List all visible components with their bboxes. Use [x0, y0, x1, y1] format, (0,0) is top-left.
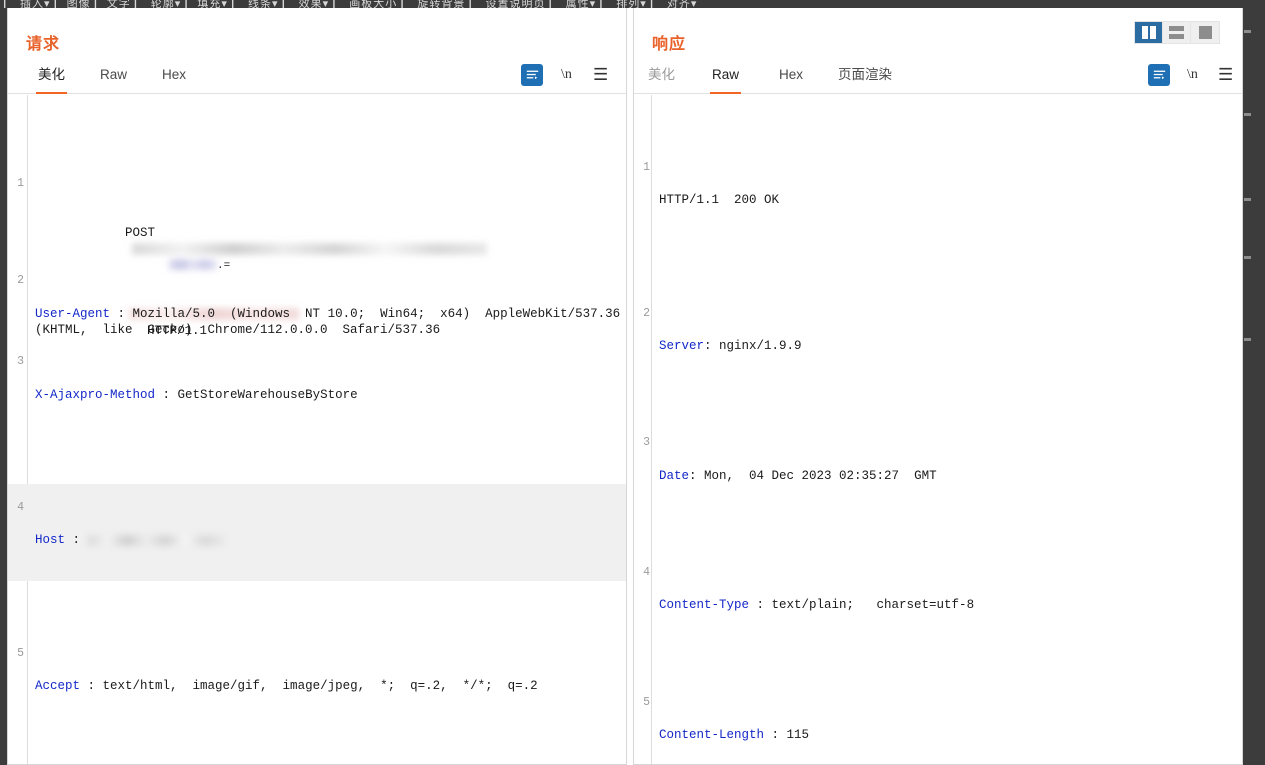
code-line: 2 User-Agent : Mozilla/5.0 (Windows NT 1…	[8, 257, 626, 337]
split-vertical-icon	[1141, 26, 1156, 39]
header-name: Accept	[35, 679, 81, 694]
header-value: GetStoreWarehouseByStore	[177, 387, 358, 402]
line-number: 2	[643, 306, 650, 320]
tab-response-render[interactable]: 页面渲染	[836, 63, 894, 94]
single-pane-button[interactable]	[1191, 22, 1219, 43]
word-wrap-icon[interactable]	[1148, 64, 1170, 86]
newline-toggle[interactable]: \n	[561, 67, 572, 83]
header-line: Content-Length : 115	[659, 727, 810, 742]
line-number: 1	[17, 177, 24, 191]
line-number: 4	[17, 501, 24, 515]
single-pane-icon	[1198, 26, 1212, 39]
window-left-edge	[0, 8, 7, 765]
code-line: 2 Server: nginx/1.9.9	[634, 289, 1242, 386]
code-line: 1 POST .= HTTP/1.1	[8, 160, 626, 338]
line-number: 3	[17, 355, 24, 369]
header-line: User-Agent : Mozilla/5.0 (Windows NT 10.…	[35, 306, 626, 338]
hamburger-menu-icon[interactable]: ☰	[1218, 65, 1233, 85]
code-line: 1 HTTP/1.1 200 OK	[634, 144, 1242, 241]
response-panel-title: 响应	[652, 36, 687, 53]
header-line: Accept : text/html, image/gif, image/jpe…	[35, 679, 538, 694]
tab-request-hex[interactable]: Hex	[160, 63, 188, 94]
response-code: 1 HTTP/1.1 200 OK 2 Server: nginx/1.9.9 …	[634, 95, 1242, 764]
line-number: 5	[17, 646, 24, 660]
header-value: text/plain; charset=utf-8	[771, 598, 975, 613]
line-number: 5	[643, 695, 650, 709]
app-root: ▏ 插入▾ ▏图像 ▏文字 ▏ 轮廓▾ ▏填充▾ ▏ 线条▾ ▏ 效果▾ ▏ 画…	[0, 0, 1265, 765]
code-line: 4 Content-Type : text/plain; charset=utf…	[634, 549, 1242, 646]
line-number: 3	[643, 436, 650, 450]
header-name: Server	[659, 339, 705, 354]
header-value: nginx/1.9.9	[719, 339, 802, 354]
header-value: text/html, image/gif, image/jpeg, *; q=.…	[102, 679, 538, 694]
header-line: X-Ajaxpro-Method : GetStoreWarehouseBySt…	[35, 387, 358, 402]
request-panel-title: 请求	[26, 36, 61, 53]
header-name: Host	[35, 533, 66, 548]
window-right-edge	[1243, 8, 1265, 765]
header-line: Date: Mon, 04 Dec 2023 02:35:27 GMT	[659, 468, 937, 483]
header-name: Content-Type	[659, 598, 750, 613]
tab-request-raw[interactable]: Raw	[98, 63, 129, 94]
split-vertical-button[interactable]	[1135, 22, 1163, 43]
header-name: Date	[659, 468, 690, 483]
code-line-highlighted: 4 Host :	[8, 483, 626, 582]
split-horizontal-button[interactable]	[1163, 22, 1191, 43]
response-panel: 响应 美化 Raw Hex 页面渲染 \n ☰ 1 HTTP/1.1 200 O…	[633, 8, 1243, 765]
request-code: 1 POST .= HTTP/1.1 2 User-Agent : Mozill…	[8, 95, 626, 764]
layout-toggle-group	[1134, 21, 1220, 44]
header-line: Server: nginx/1.9.9	[659, 339, 802, 354]
code-line: 5 Accept : text/html, image/gif, image/j…	[8, 630, 626, 727]
header-name: Content-Length	[659, 727, 765, 742]
line-number: 4	[643, 565, 650, 579]
word-wrap-icon[interactable]	[521, 64, 543, 86]
newline-toggle[interactable]: \n	[1187, 67, 1198, 83]
header-value: 115	[786, 727, 810, 742]
header-line: Host :	[35, 532, 626, 548]
tab-response-raw[interactable]: Raw	[710, 63, 742, 94]
redacted-host	[87, 534, 224, 546]
redacted-url	[132, 242, 488, 255]
header-line: Content-Type : text/plain; charset=utf-8	[659, 598, 975, 613]
request-panel: 请求 美化 Raw Hex \n ☰ 1 POST .= HTTP/1.1 2 …	[7, 8, 627, 765]
toolbar-hint-text: ▏ 插入▾ ▏图像 ▏文字 ▏ 轮廓▾ ▏填充▾ ▏ 线条▾ ▏ 效果▾ ▏ 画…	[4, 0, 698, 8]
tab-request-beautify[interactable]: 美化	[36, 63, 67, 94]
request-code-area[interactable]: 1 POST .= HTTP/1.1 2 User-Agent : Mozill…	[8, 95, 626, 764]
app-toolbar-strip: ▏ 插入▾ ▏图像 ▏文字 ▏ 轮廓▾ ▏填充▾ ▏ 线条▾ ▏ 效果▾ ▏ 画…	[0, 0, 1265, 8]
code-line: 3 X-Ajaxpro-Method : GetStoreWarehouseBy…	[8, 338, 626, 435]
line-number: 1	[643, 160, 650, 174]
code-line: 3 Date: Mon, 04 Dec 2023 02:35:27 GMT	[634, 419, 1242, 516]
response-code-area[interactable]: 1 HTTP/1.1 200 OK 2 Server: nginx/1.9.9 …	[634, 95, 1242, 764]
header-name: User-Agent	[35, 306, 111, 321]
status-line: HTTP/1.1 200 OK	[659, 193, 780, 208]
http-method: POST	[125, 225, 156, 240]
header-value: Mon, 04 Dec 2023 02:35:27 GMT	[704, 468, 937, 483]
hamburger-menu-icon[interactable]: ☰	[593, 65, 608, 85]
tab-response-hex[interactable]: Hex	[777, 63, 805, 94]
tab-response-beautify[interactable]: 美化	[646, 63, 677, 94]
header-name: X-Ajaxpro-Method	[35, 387, 156, 402]
code-line: 5 Content-Length : 115	[634, 678, 1242, 764]
line-number: 2	[17, 274, 24, 288]
split-horizontal-icon	[1169, 26, 1184, 39]
